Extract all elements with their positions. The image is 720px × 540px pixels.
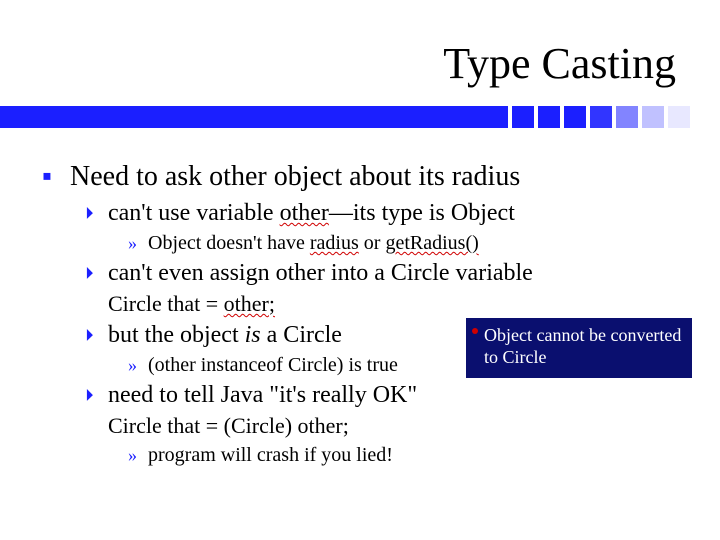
raquo-bullet-icon: » — [128, 442, 148, 468]
error-underline: other; — [224, 291, 275, 316]
stripe-segment — [538, 106, 560, 128]
italic-text: is — [245, 322, 261, 348]
bullet-level2: 🞂 can't even assign other into a Circle … — [86, 258, 682, 288]
text-fragment: a Circle — [261, 322, 342, 348]
text-fragment: but the object — [108, 322, 245, 348]
diamond-bullet-icon: 🞂 — [86, 198, 108, 228]
slide: Type Casting ▪ Need to ask other object … — [0, 0, 720, 540]
bullet-text: can't even assign other into a Circle va… — [108, 258, 533, 288]
stripe-segment — [512, 106, 534, 128]
error-underline: getRadius() — [385, 232, 478, 254]
text-fragment: can't use variable — [108, 200, 280, 226]
tooltip-text: Object cannot be converted to Circle — [484, 325, 681, 367]
bullet-text: but the object is a Circle — [108, 320, 342, 350]
error-underline: other — [280, 200, 329, 226]
diamond-bullet-icon: 🞂 — [86, 380, 108, 410]
stripe-solid — [0, 106, 508, 128]
error-tooltip: Object cannot be converted to Circle — [466, 318, 692, 378]
bullet-text: program will crash if you lied! — [148, 442, 393, 468]
bullet-text: (other instanceof Circle) is true — [148, 352, 398, 378]
stripe-segment — [564, 106, 586, 128]
raquo-bullet-icon: » — [128, 352, 148, 378]
text-fragment: —its type is Object — [329, 200, 515, 226]
bullet-level3: » program will crash if you lied! — [128, 442, 682, 468]
text-fragment: or — [359, 232, 386, 254]
bullet-level2: 🞂 can't use variable other—its type is O… — [86, 198, 682, 228]
stripe-segment — [616, 106, 638, 128]
bullet-text: Object doesn't have radius or getRadius(… — [148, 230, 479, 256]
text-fragment: Circle that = — [108, 291, 224, 316]
raquo-bullet-icon: » — [128, 230, 148, 256]
text-fragment: Object doesn't have — [148, 232, 310, 254]
error-underline: radius — [310, 232, 359, 254]
bullet-text: Need to ask other object about its radiu… — [70, 160, 520, 194]
bullet-text: can't use variable other—its type is Obj… — [108, 198, 515, 228]
stripe-segment — [590, 106, 612, 128]
bullet-level3: » Object doesn't have radius or getRadiu… — [128, 230, 682, 256]
code-line: Circle that = other; — [108, 290, 682, 318]
bullet-level1: ▪ Need to ask other object about its rad… — [42, 160, 682, 194]
square-bullet-icon: ▪ — [42, 160, 70, 194]
code-line: Circle that = (Circle) other; — [108, 412, 682, 440]
stripe-segment — [668, 106, 690, 128]
bullet-level2: 🞂 need to tell Java "it's really OK" — [86, 380, 682, 410]
stripe-segment — [642, 106, 664, 128]
diamond-bullet-icon: 🞂 — [86, 320, 108, 350]
slide-title: Type Casting — [443, 38, 676, 89]
diamond-bullet-icon: 🞂 — [86, 258, 108, 288]
slide-body: ▪ Need to ask other object about its rad… — [42, 160, 682, 470]
accent-stripe — [0, 106, 720, 128]
bullet-text: need to tell Java "it's really OK" — [108, 380, 417, 410]
